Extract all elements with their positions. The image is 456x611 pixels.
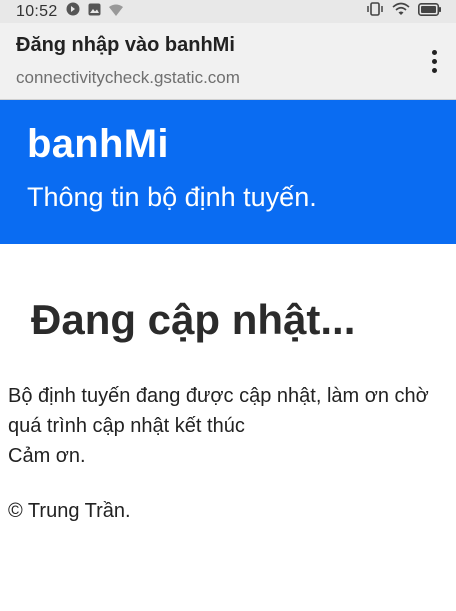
page-url: connectivitycheck.gstatic.com	[16, 68, 240, 87]
page-title: Đăng nhập vào banhMi	[16, 34, 235, 56]
battery-icon	[418, 2, 442, 21]
more-vert-icon[interactable]	[424, 45, 444, 77]
vpn-key-icon	[66, 2, 80, 21]
status-bar: 10:52	[0, 0, 456, 23]
brand-title: banhMi	[27, 122, 169, 166]
wifi-icon	[392, 2, 410, 21]
update-heading: Đang cập nhật...	[31, 296, 356, 343]
wifi-off-icon	[108, 3, 123, 21]
hero-banner: banhMi Thông tin bộ định tuyến.	[0, 100, 456, 244]
image-icon	[88, 3, 101, 21]
copyright-text: © Trung Trần.	[8, 500, 131, 522]
status-time: 10:52	[16, 2, 58, 20]
vibrate-icon	[366, 2, 384, 21]
captive-portal-app-bar: Đăng nhập vào banhMi connectivitycheck.g…	[0, 23, 456, 100]
update-message: Bộ định tuyến đang được cập nhật, làm ơn…	[8, 381, 454, 471]
thanks-line: Cảm ơn.	[8, 445, 86, 467]
hero-subtitle: Thông tin bộ định tuyến.	[27, 182, 317, 212]
update-message-line: Bộ định tuyến đang được cập nhật, làm ơn…	[8, 385, 429, 437]
